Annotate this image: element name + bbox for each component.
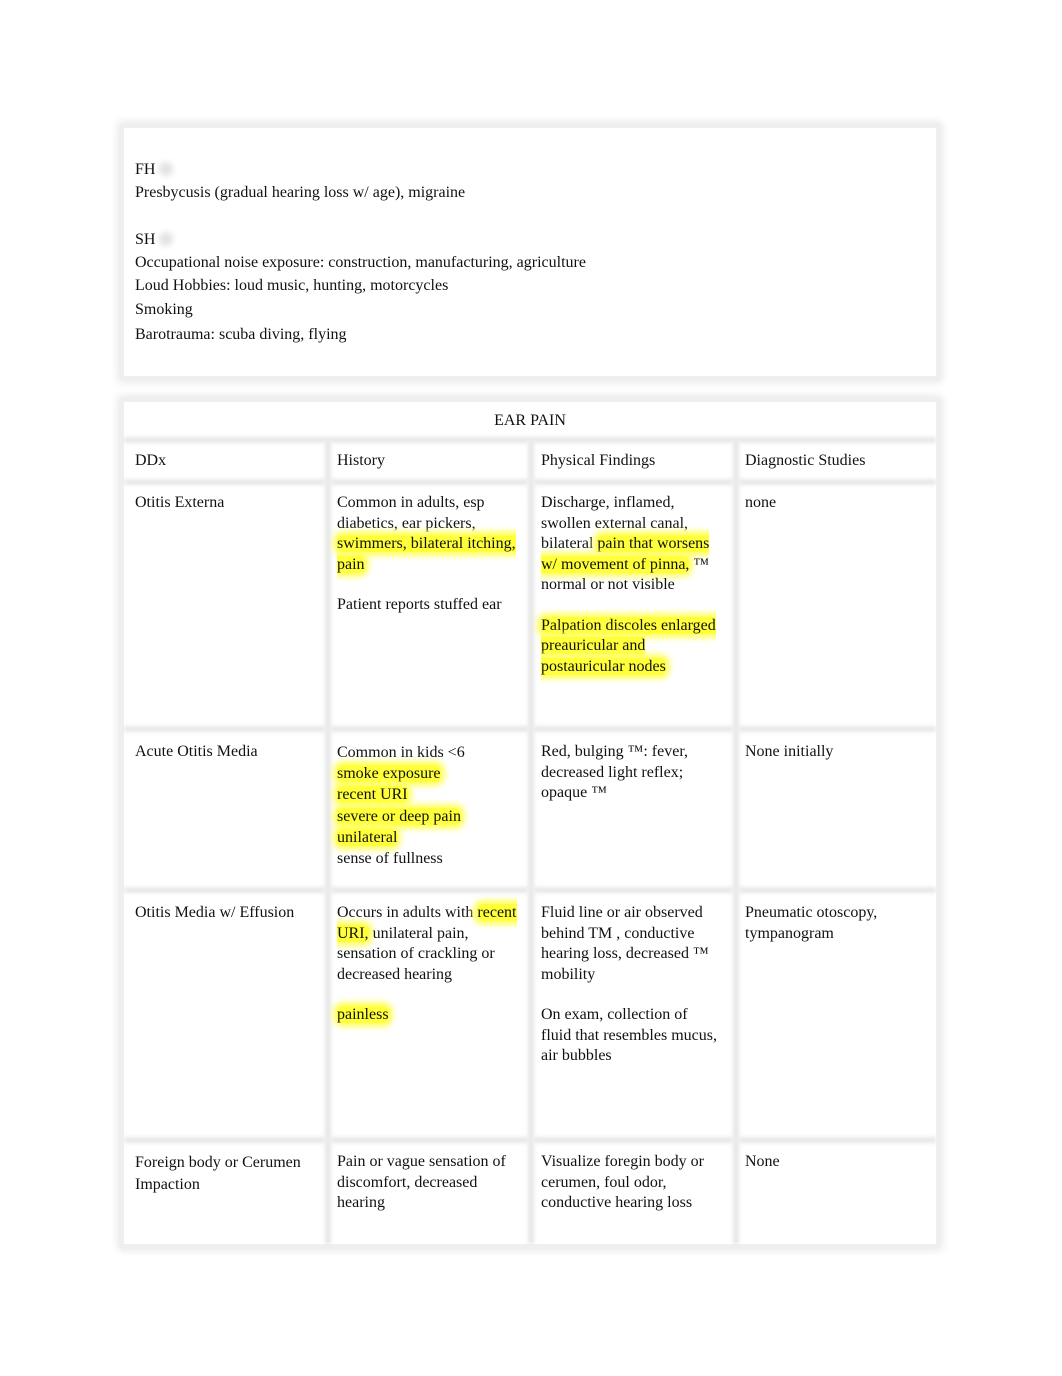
physical-cell: Visualize foregin body or cerumen, foul …: [541, 1153, 704, 1211]
header-diagnostic-studies: Diagnostic Studies: [745, 452, 866, 469]
highlighted-text: swimmers, bilateral itching, pain: [337, 535, 516, 573]
highlighted-text: recent URI: [337, 786, 408, 804]
history-cell: Occurs in adults with recent URI, unilat…: [337, 904, 517, 1023]
sh-item: Loud Hobbies: loud music, hunting, motor…: [135, 277, 449, 294]
column-divider: [527, 440, 535, 1244]
physical-cell: Red, bulging ™: fever, decreased light r…: [541, 743, 689, 801]
fh-text: Presbycusis (gradual hearing loss w/ age…: [135, 184, 466, 201]
diagnostic-cell: Pneumatic otoscopy, tympanogram: [745, 904, 878, 942]
fh-label: FH: [135, 158, 174, 181]
sh-item: Occupational noise exposure: constructio…: [135, 254, 586, 271]
table-title: EAR PAIN: [494, 412, 566, 429]
highlighted-text: smoke exposure: [337, 765, 441, 783]
header-history: History: [337, 452, 385, 469]
sh-item: Smoking: [135, 301, 193, 318]
diagnostic-cell: none: [745, 494, 777, 511]
physical-cell: Discharge, inflamed, swollen external ca…: [541, 494, 716, 675]
highlighted-text: painless: [337, 1006, 389, 1023]
ddx-cell: Otitis Externa: [135, 494, 225, 511]
column-divider: [324, 440, 332, 1244]
header-ddx: DDx: [135, 452, 167, 469]
diagnostic-cell: None initially: [745, 743, 834, 760]
highlighted-text: severe or deep pain: [337, 807, 461, 825]
history-cell: Common in kids <6 smoke exposure recent …: [337, 744, 465, 868]
ddx-cell: Acute Otitis Media: [135, 743, 258, 760]
history-cell: Common in adults, esp diabetics, ear pic…: [337, 494, 516, 613]
column-divider: [732, 440, 740, 1244]
history-cell: Pain or vague sensation of discomfort, d…: [337, 1153, 506, 1211]
diagnostic-cell: None: [745, 1153, 780, 1170]
redaction-mark: [159, 162, 174, 176]
redaction-mark: [159, 232, 174, 246]
ear-pain-table: EAR PAIN DDx History Physical Findings D…: [124, 402, 936, 1244]
highlighted-text: unilateral: [337, 828, 398, 846]
physical-cell: Fluid line or air observed behind TM , c…: [541, 904, 717, 1064]
sh-label: SH: [135, 228, 174, 251]
ddx-cell: Foreign body or Cerumen Impaction: [135, 1154, 301, 1193]
family-social-history-box: FH Presbycusis (gradual hearing loss w/ …: [124, 128, 936, 376]
header-physical-findings: Physical Findings: [541, 452, 656, 469]
sh-item: Barotrauma: scuba diving, flying: [135, 326, 347, 343]
ddx-cell: Otitis Media w/ Effusion: [135, 904, 295, 921]
highlighted-text: Palpation discoles enlarged preauricular…: [541, 616, 716, 675]
